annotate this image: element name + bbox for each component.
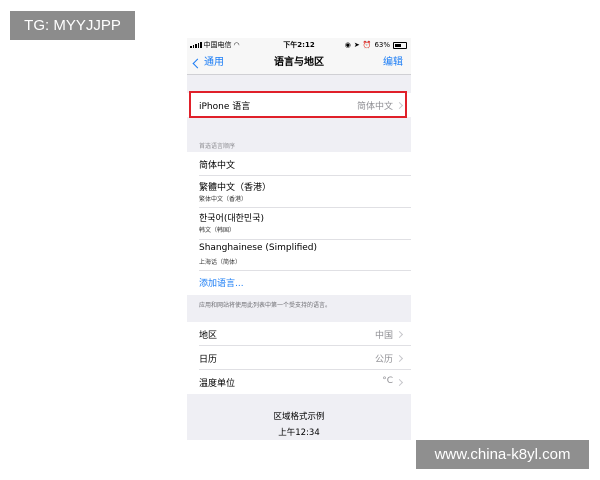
divider: [199, 239, 411, 240]
navigation-bar: 通用 语言与地区 编辑: [187, 52, 411, 75]
status-right: ◉ ➤ ⏰ 63%: [345, 38, 407, 52]
battery-percent: 63%: [374, 41, 390, 49]
divider: [199, 270, 411, 271]
language-footer-note: 应用和网站将使用此列表中第一个受支持的语言。: [199, 302, 332, 309]
edit-button[interactable]: 编辑: [383, 52, 403, 74]
calendar-label: 日历: [199, 355, 218, 365]
format-example-time: 上午12:34: [278, 428, 320, 438]
language-subtitle: 繁体中文（香港）: [199, 196, 248, 203]
status-bar: 中国电信 ◠ 下午2:12 ◉ ➤ ⏰ 63%: [187, 38, 411, 52]
watermark-site-badge: www.china-k8yl.com: [416, 440, 589, 469]
chevron-right-icon: [395, 330, 404, 339]
divider: [199, 207, 411, 208]
language-list: 简体中文 繁體中文（香港） 繁体中文（香港） 한국어(대한민국) 韩文（韩国） …: [187, 152, 411, 295]
temperature-unit-label: 温度单位: [199, 379, 236, 389]
language-name: 简体中文: [199, 161, 236, 171]
divider: [199, 369, 411, 370]
lock-rotation-icon: ◉: [344, 41, 351, 49]
region-value: 中国: [374, 331, 393, 341]
language-name: 繁體中文（香港）: [199, 183, 272, 193]
battery-icon: [393, 41, 407, 49]
region-settings-group: 地区 中国 日历 公历 温度单位 °C: [187, 322, 411, 394]
chevron-right-icon: [395, 378, 404, 387]
calendar-value: 公历: [374, 355, 393, 365]
language-name: Shanghainese (Simplified): [199, 243, 318, 253]
temperature-unit-value: °C: [382, 376, 393, 386]
language-name: 한국어(대한민국): [199, 214, 264, 224]
chevron-right-icon: [395, 354, 404, 363]
divider: [199, 175, 411, 176]
phone-screen: 中国电信 ◠ 下午2:12 ◉ ➤ ⏰ 63% 通用 语言与地区 编辑 iPho…: [187, 38, 411, 440]
preferred-order-header: 首选语言顺序: [199, 143, 236, 150]
language-subtitle: 上海话（简体）: [199, 259, 242, 266]
region-label: 地区: [199, 331, 218, 341]
highlight-annotation: [189, 91, 407, 118]
divider: [199, 345, 411, 346]
watermark-tg-badge: TG: MYYJJPP: [10, 11, 135, 40]
add-language-button[interactable]: 添加语言...: [199, 276, 244, 289]
location-icon: ➤: [353, 41, 360, 49]
alarm-icon: ⏰: [362, 41, 372, 49]
format-example-title: 区域格式示例: [273, 412, 325, 422]
page-title: 语言与地区: [274, 57, 324, 68]
language-subtitle: 韩文（韩国）: [199, 227, 236, 234]
